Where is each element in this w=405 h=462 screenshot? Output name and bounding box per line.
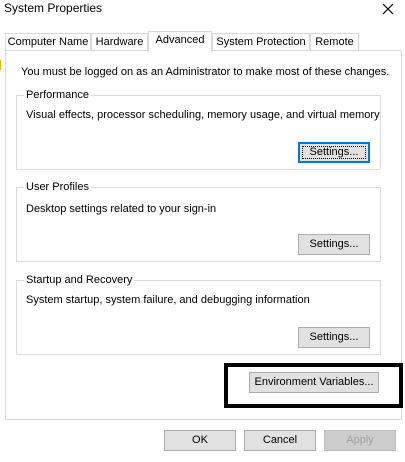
close-button[interactable]: [379, 0, 397, 18]
title-bar: System Properties: [0, 0, 405, 22]
performance-settings-button[interactable]: Settings...: [298, 142, 370, 163]
performance-description: Visual effects, processor scheduling, me…: [26, 109, 380, 121]
environment-variables-button[interactable]: Environment Variables...: [249, 372, 379, 393]
tab-advanced[interactable]: Advanced: [148, 31, 212, 52]
startup-recovery-description: System startup, system failure, and debu…: [26, 294, 310, 306]
startup-recovery-group: Startup and Recovery System startup, sys…: [16, 273, 381, 355]
system-properties-window: System Properties Computer Name Hardware…: [0, 0, 405, 462]
ok-button[interactable]: OK: [164, 430, 236, 451]
tab-remote[interactable]: Remote: [310, 33, 359, 51]
close-icon: [382, 3, 394, 15]
tab-computer-name[interactable]: Computer Name: [5, 33, 91, 51]
startup-recovery-settings-button[interactable]: Settings...: [298, 327, 370, 348]
tab-system-protection[interactable]: System Protection: [212, 33, 310, 51]
startup-recovery-title: Startup and Recovery: [24, 273, 135, 287]
user-profiles-group: User Profiles Desktop settings related t…: [16, 180, 381, 262]
user-profiles-settings-button[interactable]: Settings...: [298, 234, 370, 255]
performance-title: Performance: [24, 88, 91, 102]
cancel-button[interactable]: Cancel: [244, 430, 316, 451]
admin-note: You must be logged on as an Administrato…: [21, 66, 390, 78]
performance-group: Performance Visual effects, processor sc…: [16, 88, 381, 170]
focus-ring: [302, 146, 366, 159]
tab-hardware[interactable]: Hardware: [91, 33, 148, 51]
user-profiles-description: Desktop settings related to your sign-in: [26, 203, 217, 215]
left-edge-accent: [0, 60, 1, 70]
window-title: System Properties: [4, 1, 103, 15]
apply-button[interactable]: Apply: [324, 430, 396, 451]
user-profiles-title: User Profiles: [24, 180, 91, 194]
advanced-tab-panel: You must be logged on as an Administrato…: [5, 50, 402, 420]
